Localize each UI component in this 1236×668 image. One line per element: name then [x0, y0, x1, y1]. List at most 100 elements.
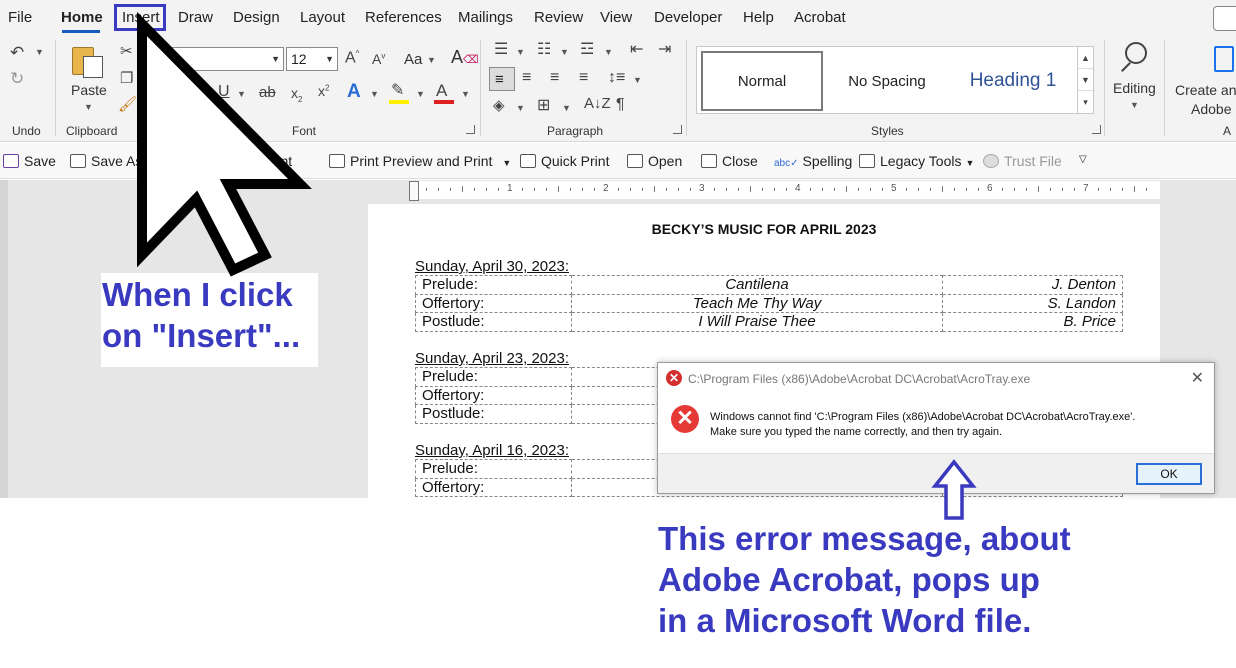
- style-heading-1[interactable]: Heading 1: [951, 51, 1075, 111]
- font-size-field[interactable]: 12 ▼: [286, 47, 338, 71]
- tab-home[interactable]: Home: [61, 9, 103, 26]
- save-as-button[interactable]: Save As: [70, 153, 142, 169]
- subscript-icon[interactable]: x2: [291, 86, 302, 104]
- paragraph-launcher-icon[interactable]: [673, 125, 682, 134]
- comments-button[interactable]: [1213, 6, 1236, 31]
- line-spacing-icon[interactable]: ↕≡: [608, 70, 625, 86]
- line-spacing-dropdown-icon[interactable]: ▼: [633, 75, 642, 85]
- cut-icon[interactable]: ✂: [120, 44, 133, 59]
- part-cell: Postlude:: [415, 312, 572, 332]
- paste-label[interactable]: Paste: [71, 82, 107, 98]
- paste-dropdown-icon[interactable]: ▼: [84, 102, 93, 112]
- change-case-button[interactable]: Aa: [404, 51, 422, 68]
- trust-file-button[interactable]: Trust File: [983, 153, 1062, 169]
- clear-formatting-icon[interactable]: A⌫: [451, 48, 479, 66]
- strikethrough-icon[interactable]: ab: [259, 85, 276, 100]
- ok-button[interactable]: OK: [1136, 463, 1202, 485]
- styles-launcher-icon[interactable]: [1092, 125, 1101, 134]
- tab-design[interactable]: Design: [233, 9, 280, 26]
- tab-review[interactable]: Review: [534, 9, 583, 26]
- ruler-tick: [438, 188, 439, 191]
- dialog-title: C:\Program Files (x86)\Adobe\Acrobat DC\…: [688, 372, 1031, 386]
- dialog-close-icon[interactable]: ✕: [1191, 368, 1204, 388]
- part-cell: Prelude:: [415, 367, 572, 387]
- style-normal[interactable]: Normal: [701, 51, 823, 111]
- align-center-icon[interactable]: ≡: [522, 70, 531, 86]
- text-effects-icon[interactable]: A: [347, 82, 361, 101]
- tab-mailings[interactable]: Mailings: [458, 9, 513, 26]
- editing-dropdown-icon[interactable]: ▼: [1130, 100, 1139, 110]
- create-pdf-label[interactable]: Create an: [1175, 82, 1236, 98]
- align-left-button[interactable]: ≡: [489, 67, 515, 91]
- format-painter-icon[interactable]: 🖌: [118, 97, 137, 112]
- search-icon[interactable]: [1118, 42, 1152, 76]
- clipboard-launcher-icon[interactable]: [138, 125, 147, 134]
- tab-layout[interactable]: Layout: [300, 9, 345, 26]
- highlight-dropdown-icon[interactable]: ▼: [416, 89, 425, 99]
- styles-scroll-down-icon[interactable]: ▼: [1077, 69, 1093, 91]
- undo-icon[interactable]: ↶: [10, 44, 24, 61]
- customize-toolbar-icon[interactable]: ▽: [1079, 154, 1087, 165]
- font-launcher-icon[interactable]: [466, 125, 475, 134]
- shrink-font-icon[interactable]: Av: [372, 52, 385, 66]
- tab-file[interactable]: File: [8, 9, 32, 26]
- sort-icon[interactable]: A↓Z: [584, 96, 611, 111]
- create-pdf-label-2[interactable]: Adobe: [1191, 101, 1231, 117]
- piece-cell: I Will Praise Thee: [570, 312, 944, 332]
- open-button[interactable]: Open: [627, 153, 682, 169]
- numbering-icon[interactable]: ☷: [537, 42, 551, 58]
- change-case-dropdown-icon[interactable]: ▼: [427, 55, 436, 65]
- font-color-dropdown-icon[interactable]: ▼: [461, 89, 470, 99]
- tab-acrobat[interactable]: Acrobat: [794, 9, 846, 26]
- highlight-color-icon[interactable]: ✎: [391, 83, 404, 99]
- ruler-tick: [954, 188, 955, 191]
- multilevel-list-icon[interactable]: ☲: [580, 42, 594, 58]
- tab-view[interactable]: View: [600, 9, 632, 26]
- decrease-indent-icon[interactable]: ⇤: [630, 42, 643, 58]
- grow-font-icon[interactable]: A^: [345, 50, 359, 66]
- ruler-tick: [426, 188, 427, 191]
- bullets-dropdown-icon[interactable]: ▼: [516, 47, 525, 57]
- font-family-field[interactable]: al ▼: [150, 47, 284, 71]
- styles-scroll-up-icon[interactable]: ▲: [1077, 47, 1093, 69]
- align-right-icon[interactable]: ≡: [550, 70, 559, 86]
- increase-indent-icon[interactable]: ⇥: [658, 42, 671, 58]
- borders-icon[interactable]: ⊞: [537, 98, 550, 114]
- superscript-icon[interactable]: x2: [318, 84, 329, 98]
- print-preview-button[interactable]: Print Preview and Print ▼: [329, 153, 511, 169]
- multilevel-dropdown-icon[interactable]: ▼: [604, 47, 613, 57]
- borders-dropdown-icon[interactable]: ▼: [562, 103, 571, 113]
- create-pdf-icon[interactable]: [1214, 46, 1234, 72]
- save-button[interactable]: Save: [3, 153, 56, 169]
- shading-icon[interactable]: ◈: [493, 98, 505, 113]
- quick-print-button[interactable]: Quick Print: [520, 153, 609, 169]
- numbering-dropdown-icon[interactable]: ▼: [560, 47, 569, 57]
- copy-icon[interactable]: ❐: [120, 71, 133, 86]
- undo-dropdown-icon[interactable]: ▼: [35, 47, 44, 57]
- ruler-tick: [774, 188, 775, 191]
- paste-icon[interactable]: [72, 44, 106, 78]
- text-effects-dropdown-icon[interactable]: ▼: [370, 89, 379, 99]
- font-size-dropdown-icon: ▼: [325, 54, 334, 64]
- show-formatting-icon[interactable]: ¶: [616, 97, 625, 113]
- redo-icon[interactable]: ↻: [10, 70, 24, 87]
- shading-dropdown-icon[interactable]: ▼: [516, 103, 525, 113]
- indent-marker-icon[interactable]: [409, 181, 419, 201]
- tab-developer[interactable]: Developer: [654, 9, 722, 26]
- close-button[interactable]: Close: [701, 153, 758, 169]
- font-color-icon[interactable]: A: [436, 82, 447, 99]
- style-no-spacing[interactable]: No Spacing: [827, 51, 947, 111]
- underline-icon[interactable]: U: [218, 84, 230, 100]
- justify-icon[interactable]: ≡: [579, 70, 588, 86]
- styles-more-icon[interactable]: ▾: [1077, 91, 1093, 113]
- spelling-button[interactable]: abc✓ Spelling: [774, 153, 852, 169]
- tab-references[interactable]: References: [365, 9, 442, 26]
- editing-label[interactable]: Editing: [1113, 80, 1156, 96]
- underline-dropdown-icon[interactable]: ▼: [237, 89, 246, 99]
- tab-help[interactable]: Help: [743, 9, 774, 26]
- tab-draw[interactable]: Draw: [178, 9, 213, 26]
- comment-button[interactable]: ment: [261, 153, 292, 169]
- bullets-icon[interactable]: ☰: [494, 42, 508, 58]
- part-cell: Offertory:: [415, 477, 572, 497]
- legacy-tools-button[interactable]: Legacy Tools ▼: [859, 153, 974, 169]
